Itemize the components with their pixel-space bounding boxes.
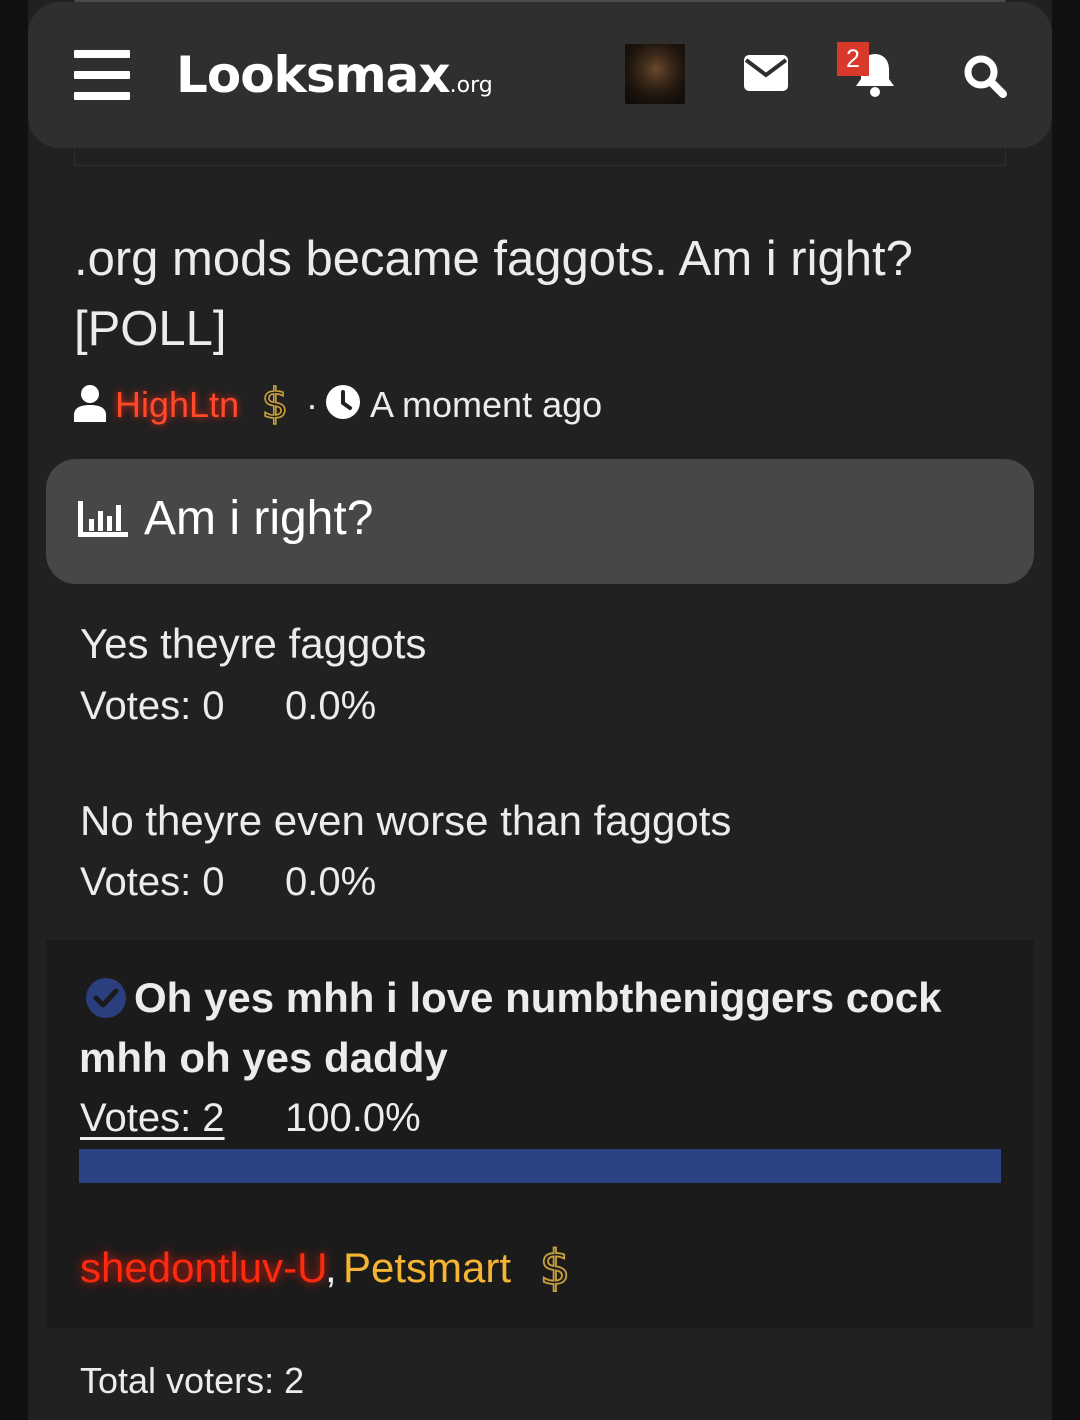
dollar-icon: $ [258,378,292,435]
svg-text:$: $ [262,380,289,426]
user-icon [74,384,106,431]
poll-option-percent: 0.0% [285,860,377,904]
total-voters: Total voters: 2 [80,1360,305,1401]
voter-link[interactable]: shedontluv-U [80,1244,327,1292]
top-navbar: Looksmax.org 2 [28,2,1052,148]
post-time[interactable]: A moment ago [370,384,602,426]
logo-suffix: .org [449,73,493,98]
poll-option-label: No theyre even worse than faggots [80,797,732,844]
page: Looksmax.org 2 .org mods became faggots.… [0,0,1080,1420]
voter-link[interactable]: Petsmart [343,1244,511,1292]
user-avatar[interactable] [625,44,685,104]
envelope-icon[interactable] [744,55,788,96]
voter-list: shedontluv-U , Petsmart $ [80,1239,680,1297]
meta-separator: · [306,384,318,425]
svg-text:$: $ [540,1240,571,1292]
voter-separator: , [325,1244,337,1291]
dollar-icon: $ [536,1239,574,1302]
thread-meta: HighLtn $ · A moment ago [74,378,774,431]
poll-option-label: Oh yes mhh i love numbtheniggers cock mh… [79,974,942,1081]
check-circle-icon [84,976,128,1025]
poll-option-votes: Votes: 0 [80,684,225,728]
notification-badge[interactable]: 2 [837,42,869,76]
poll-result-bar-fill [79,1149,1001,1183]
poll-option-percent: 0.0% [285,684,377,728]
logo-main: Looksmax [176,46,451,104]
menu-icon[interactable] [74,50,130,100]
bar-chart-icon [78,499,128,542]
clock-icon [325,384,361,429]
poll-header: Am i right? [46,459,1034,584]
thread-title: .org mods became faggots. Am i right? [P… [74,232,913,356]
poll-option-label: Yes theyre faggots [80,620,427,667]
poll-option-votes: Votes: 0 [80,860,225,904]
poll-option-percent: 100.0% [285,1096,421,1140]
site-logo[interactable]: Looksmax.org [176,46,493,104]
thread-author[interactable]: HighLtn [115,384,239,426]
poll-option-votes-link[interactable]: Votes: 2 [80,1096,225,1141]
search-icon[interactable] [963,54,1007,103]
poll-result-bar [79,1149,1001,1183]
poll-question: Am i right? [144,492,374,545]
